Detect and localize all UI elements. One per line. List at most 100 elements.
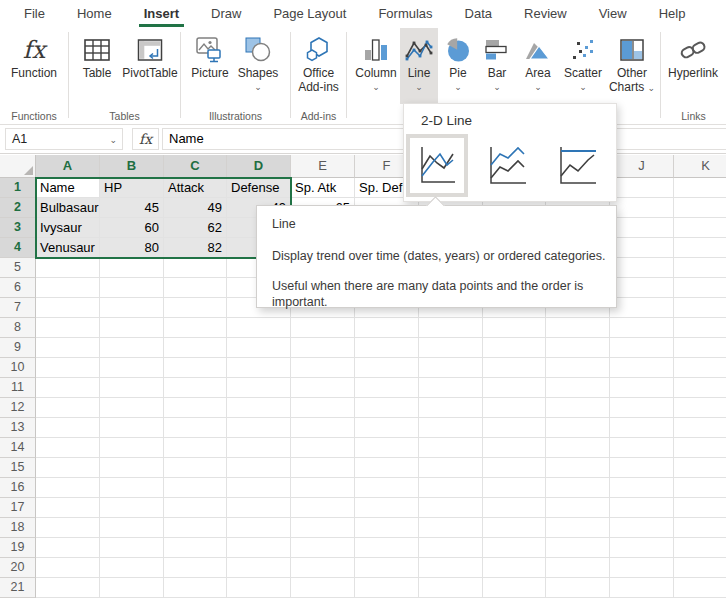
- cell-F19[interactable]: [355, 538, 419, 558]
- cell-I17[interactable]: [546, 498, 610, 518]
- line-chart-option-2[interactable]: [484, 142, 530, 189]
- cell-B8[interactable]: [100, 318, 164, 338]
- cell-B15[interactable]: [100, 458, 164, 478]
- function-button[interactable]: fx Function: [4, 28, 64, 104]
- cell-G12[interactable]: [419, 398, 483, 418]
- cell-K17[interactable]: [674, 498, 726, 518]
- row-header-12[interactable]: 12: [0, 398, 36, 418]
- cell-C18[interactable]: [164, 518, 227, 538]
- cell-A18[interactable]: [36, 518, 100, 538]
- row-header-13[interactable]: 13: [0, 418, 36, 438]
- cell-J18[interactable]: [610, 518, 674, 538]
- name-box[interactable]: A1⌄: [5, 128, 123, 150]
- cell-J17[interactable]: [610, 498, 674, 518]
- cell-F14[interactable]: [355, 438, 419, 458]
- cell-I14[interactable]: [546, 438, 610, 458]
- column-header-A[interactable]: A: [36, 155, 100, 178]
- cell-C17[interactable]: [164, 498, 227, 518]
- cell-K9[interactable]: [674, 338, 726, 358]
- cell-I11[interactable]: [546, 378, 610, 398]
- select-all-corner[interactable]: [0, 155, 36, 178]
- column-header-C[interactable]: C: [164, 155, 227, 178]
- cell-J1[interactable]: [610, 178, 674, 198]
- cell-B17[interactable]: [100, 498, 164, 518]
- tab-page-layout[interactable]: Page Layout: [257, 0, 362, 28]
- cell-E17[interactable]: [291, 498, 355, 518]
- cell-E12[interactable]: [291, 398, 355, 418]
- cell-B6[interactable]: [100, 278, 164, 298]
- cell-B1[interactable]: HP: [100, 178, 164, 198]
- cell-H8[interactable]: [483, 318, 546, 338]
- cell-K14[interactable]: [674, 438, 726, 458]
- tab-insert[interactable]: Insert: [128, 0, 195, 28]
- scatter-chart-button[interactable]: Scatter ⌄: [559, 28, 607, 104]
- cell-G20[interactable]: [419, 558, 483, 578]
- row-header-18[interactable]: 18: [0, 518, 36, 538]
- cell-D9[interactable]: [227, 338, 291, 358]
- office-addins-button[interactable]: Office Add-ins: [294, 28, 343, 104]
- cell-C10[interactable]: [164, 358, 227, 378]
- row-header-9[interactable]: 9: [0, 338, 36, 358]
- cell-G15[interactable]: [419, 458, 483, 478]
- cell-A7[interactable]: [36, 298, 100, 318]
- row-header-6[interactable]: 6: [0, 278, 36, 298]
- cell-E21[interactable]: [291, 578, 355, 598]
- cell-H10[interactable]: [483, 358, 546, 378]
- cell-C3[interactable]: 62: [164, 218, 227, 238]
- cell-D16[interactable]: [227, 478, 291, 498]
- row-header-7[interactable]: 7: [0, 298, 36, 318]
- tab-data[interactable]: Data: [449, 0, 508, 28]
- line-chart-option-1[interactable]: [406, 134, 468, 197]
- cell-G16[interactable]: [419, 478, 483, 498]
- cell-A17[interactable]: [36, 498, 100, 518]
- cell-J2[interactable]: [610, 198, 674, 218]
- fx-button[interactable]: fx: [132, 128, 159, 150]
- row-header-21[interactable]: 21: [0, 578, 36, 598]
- cell-A6[interactable]: [36, 278, 100, 298]
- cell-K21[interactable]: [674, 578, 726, 598]
- cell-G10[interactable]: [419, 358, 483, 378]
- cell-K12[interactable]: [674, 398, 726, 418]
- pivottable-button[interactable]: PivotTable: [121, 28, 179, 104]
- cell-E1[interactable]: Sp. Atk: [291, 178, 355, 198]
- cell-E19[interactable]: [291, 538, 355, 558]
- cell-J14[interactable]: [610, 438, 674, 458]
- row-header-15[interactable]: 15: [0, 458, 36, 478]
- cell-K3[interactable]: [674, 218, 726, 238]
- row-header-17[interactable]: 17: [0, 498, 36, 518]
- cell-I20[interactable]: [546, 558, 610, 578]
- cell-A4[interactable]: Venusaur: [36, 238, 100, 258]
- area-chart-button[interactable]: Area ⌄: [517, 28, 559, 104]
- cell-H21[interactable]: [483, 578, 546, 598]
- row-header-20[interactable]: 20: [0, 558, 36, 578]
- cell-A10[interactable]: [36, 358, 100, 378]
- cell-B20[interactable]: [100, 558, 164, 578]
- cell-H18[interactable]: [483, 518, 546, 538]
- pie-chart-button[interactable]: Pie ⌄: [439, 28, 477, 104]
- cell-I12[interactable]: [546, 398, 610, 418]
- column-header-B[interactable]: B: [100, 155, 164, 178]
- row-header-2[interactable]: 2: [0, 198, 36, 218]
- cell-B4[interactable]: 80: [100, 238, 164, 258]
- cell-C2[interactable]: 49: [164, 198, 227, 218]
- row-header-19[interactable]: 19: [0, 538, 36, 558]
- cell-G9[interactable]: [419, 338, 483, 358]
- cell-D12[interactable]: [227, 398, 291, 418]
- cell-H12[interactable]: [483, 398, 546, 418]
- cell-K4[interactable]: [674, 238, 726, 258]
- cell-D15[interactable]: [227, 458, 291, 478]
- column-header-K[interactable]: K: [674, 155, 726, 178]
- cell-E20[interactable]: [291, 558, 355, 578]
- row-header-5[interactable]: 5: [0, 258, 36, 278]
- cell-D20[interactable]: [227, 558, 291, 578]
- cell-J9[interactable]: [610, 338, 674, 358]
- row-header-1[interactable]: 1: [0, 178, 36, 198]
- cell-J5[interactable]: [610, 258, 674, 278]
- other-charts-button[interactable]: Other Charts ⌄: [607, 28, 657, 104]
- cell-K10[interactable]: [674, 358, 726, 378]
- cell-I21[interactable]: [546, 578, 610, 598]
- cell-B19[interactable]: [100, 538, 164, 558]
- cell-G13[interactable]: [419, 418, 483, 438]
- cell-F9[interactable]: [355, 338, 419, 358]
- cell-D13[interactable]: [227, 418, 291, 438]
